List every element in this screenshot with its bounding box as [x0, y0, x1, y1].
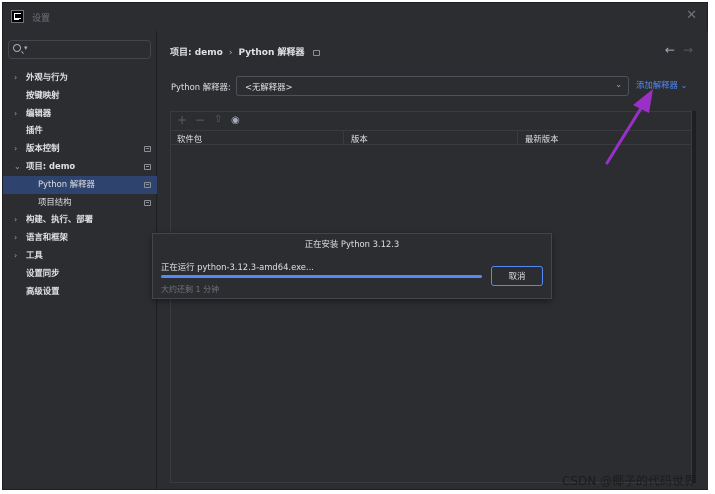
interpreter-label: Python 解释器: — [171, 82, 231, 92]
sidebar-item-label: 语言和框架 — [26, 232, 68, 243]
dialog-title: 正在安装 Python 3.12.3 — [304, 239, 400, 249]
sidebar-item[interactable]: › 构建、执行、部署 — [3, 211, 157, 229]
project-scope-icon — [144, 163, 151, 170]
remove-package-icon[interactable]: − — [195, 113, 205, 127]
panel-edge — [692, 111, 696, 483]
breadcrumb-current: Python 解释器 — [238, 48, 305, 58]
chevron-right-icon[interactable]: › — [14, 229, 17, 247]
sidebar-item-label: 工具 — [26, 249, 43, 260]
sidebar-item-label: 按键映射 — [26, 89, 60, 100]
pycharm-logo-icon — [11, 10, 24, 23]
sidebar-item-label: 版本控制 — [26, 143, 60, 154]
search-input[interactable]: ▾ — [8, 40, 151, 59]
project-scope-icon — [144, 146, 151, 153]
chevron-right-icon[interactable]: › — [14, 69, 17, 87]
column-divider — [343, 131, 344, 144]
eye-icon[interactable]: ◉ — [231, 114, 240, 128]
back-arrow-icon[interactable]: ← — [665, 43, 675, 57]
project-scope-icon — [312, 49, 320, 56]
interpreter-value: <无解释器> — [245, 82, 293, 92]
project-scope-icon — [144, 181, 151, 188]
watermark: CSDN @椰子的代码世界 — [562, 474, 697, 488]
sidebar-item-label: 外观与行为 — [26, 72, 68, 82]
chevron-right-icon[interactable]: › — [14, 105, 17, 123]
install-status: 正在运行 python-3.12.3-amd64.exe... — [161, 262, 314, 272]
time-remaining: 大约还剩 1 分钟 — [161, 285, 220, 294]
sidebar-item[interactable]: › 工具 — [3, 247, 157, 265]
progress-bar — [161, 275, 482, 278]
column-package[interactable]: 软件包 — [177, 133, 202, 145]
annotation-arrow — [605, 89, 653, 165]
chevron-right-icon[interactable]: › — [14, 247, 17, 265]
chevron-down-icon[interactable]: ▾ — [24, 44, 28, 52]
settings-sidebar: ▾ › 外观与行为按键映射 › 编辑器插件 › 版本控制 ⌄ 项目: demo Python 解… — [3, 31, 157, 489]
breadcrumb: 项目: demo › Python 解释器 — [170, 45, 320, 58]
history-nav: ← → — [665, 43, 693, 57]
column-version[interactable]: 版本 — [351, 133, 368, 145]
sidebar-item-label: 项目: demo — [26, 160, 76, 171]
sidebar-item[interactable]: 按键映射 — [3, 87, 157, 105]
sidebar-item-label: 设置同步 — [26, 267, 60, 278]
sidebar-item[interactable]: 插件 — [3, 122, 157, 140]
add-package-icon[interactable]: + — [177, 113, 187, 127]
upgrade-package-icon[interactable]: ⇧ — [214, 113, 222, 127]
progress-fill — [161, 275, 482, 278]
settings-nav: › 外观与行为按键映射 › 编辑器插件 › 版本控制 ⌄ 项目: demo Python 解释器… — [3, 69, 157, 300]
close-icon[interactable]: ✕ — [686, 9, 697, 22]
install-dialog: 正在安装 Python 3.12.3 正在运行 python-3.12.3-am… — [152, 233, 552, 299]
project-scope-icon — [144, 199, 151, 206]
forward-arrow-icon[interactable]: → — [683, 43, 693, 57]
window-title: 设置 — [32, 14, 51, 24]
breadcrumb-separator: › — [228, 48, 233, 58]
column-latest-version[interactable]: 最新版本 — [525, 133, 559, 145]
sidebar-item-label: 插件 — [26, 125, 43, 136]
chevron-right-icon[interactable]: › — [14, 140, 17, 158]
sidebar-item[interactable]: › 编辑器 — [3, 105, 157, 123]
chevron-down-icon[interactable]: ⌄ — [14, 158, 21, 176]
sidebar-item-label: 高级设置 — [26, 285, 60, 296]
search-icon — [13, 44, 21, 52]
sidebar-item[interactable]: › 版本控制 — [3, 140, 157, 158]
interpreter-select[interactable]: <无解释器> ⌄ — [236, 76, 629, 96]
sidebar-item[interactable]: 设置同步 — [3, 265, 157, 283]
sidebar-item-label: 编辑器 — [26, 107, 52, 118]
sidebar-item[interactable]: 项目结构 — [3, 194, 157, 212]
sidebar-item[interactable]: › 外观与行为 — [3, 69, 157, 87]
sidebar-item[interactable]: › 语言和框架 — [3, 229, 157, 247]
column-divider — [517, 131, 518, 144]
sidebar-item[interactable]: ⌄ 项目: demo — [3, 158, 157, 176]
sidebar-item[interactable]: 高级设置 — [3, 283, 157, 301]
chevron-right-icon[interactable]: › — [14, 211, 17, 229]
sidebar-item-label: Python 解释器 — [38, 178, 95, 189]
sidebar-item-label: 构建、执行、部署 — [26, 214, 93, 225]
sidebar-item-label: 项目结构 — [38, 196, 72, 207]
cancel-button[interactable]: 取消 — [491, 266, 543, 286]
title-bar: 设置 ✕ — [3, 3, 707, 31]
sidebar-item[interactable]: Python 解释器 — [3, 175, 157, 194]
breadcrumb-parent[interactable]: 项目: demo — [170, 48, 223, 58]
